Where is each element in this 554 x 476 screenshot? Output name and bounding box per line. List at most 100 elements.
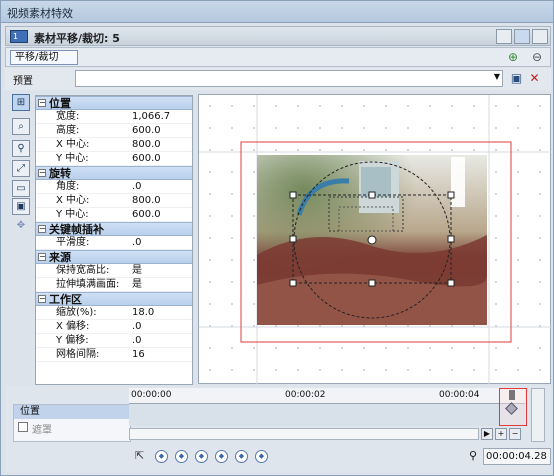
- property-row[interactable]: Y 偏移: .0: [36, 334, 192, 348]
- property-row[interactable]: 网格间隔: 16: [36, 348, 192, 362]
- position-keyframe-lane[interactable]: [129, 404, 525, 426]
- properties-panel: − 位置 宽度: 1,066.7 高度: 600.0 X 中心: 800.0 Y 中心: 600.…: [35, 95, 193, 385]
- first-keyframe-icon[interactable]: ◆: [155, 450, 168, 463]
- property-key: Y 中心:: [56, 209, 89, 220]
- property-value[interactable]: 是: [132, 264, 142, 277]
- effects-window: 视频素材特效 1 素材平移/裁切: 5 平移/裁切 ⊕ ⊖ 预置 ▼ ▣ ✕ ⊞…: [0, 0, 554, 476]
- property-row[interactable]: 平滑度: .0: [36, 236, 192, 250]
- property-value[interactable]: 800.0: [132, 194, 161, 207]
- zoom-tool-icon[interactable]: ⌕: [12, 118, 30, 135]
- property-row[interactable]: 保持宽高比: 是: [36, 264, 192, 278]
- remove-keyframe-icon[interactable]: −: [509, 428, 521, 440]
- center-handle[interactable]: [367, 235, 377, 245]
- remove-fx-icon[interactable]: ⊖: [530, 50, 544, 64]
- clip-header: 1 素材平移/裁切: 5: [5, 26, 551, 46]
- property-row[interactable]: X 中心: 800.0: [36, 194, 192, 208]
- section-header[interactable]: − 来源: [36, 250, 192, 264]
- ruler-tick: 00:00:04: [439, 390, 480, 400]
- section-header[interactable]: − 旋转: [36, 166, 192, 180]
- property-row[interactable]: X 中心: 800.0: [36, 138, 192, 152]
- mask-checkbox[interactable]: [18, 422, 28, 432]
- property-key: 拉伸填满画面:: [56, 279, 120, 290]
- center-tool-icon[interactable]: ▣: [12, 198, 30, 215]
- save-preset-icon[interactable]: ▣: [509, 71, 524, 86]
- property-row[interactable]: 高度: 600.0: [36, 124, 192, 138]
- collapse-icon[interactable]: −: [38, 169, 46, 177]
- property-value[interactable]: 16: [132, 348, 145, 361]
- property-row[interactable]: 缩放(%): 18.0: [36, 306, 192, 320]
- magnify-icon[interactable]: ⚲: [12, 140, 30, 157]
- collapse-icon[interactable]: −: [38, 99, 46, 107]
- property-value[interactable]: 18.0: [132, 306, 154, 319]
- add-keyframe-icon[interactable]: +: [495, 428, 507, 440]
- property-key: X 中心:: [56, 195, 90, 206]
- property-row[interactable]: 角度: .0: [36, 180, 192, 194]
- window-title: 视频素材特效: [7, 7, 73, 20]
- property-value[interactable]: 是: [132, 278, 142, 291]
- section-header[interactable]: − 位置: [36, 96, 192, 110]
- property-value[interactable]: .0: [132, 180, 142, 193]
- collapse-icon[interactable]: −: [38, 225, 46, 233]
- property-key: 高度:: [56, 125, 80, 136]
- property-key: 角度:: [56, 181, 80, 192]
- last-keyframe-icon[interactable]: ◆: [215, 450, 228, 463]
- tab-pan-crop[interactable]: 平移/裁切: [10, 50, 78, 65]
- fx-chain-bar: 平移/裁切 ⊕ ⊖: [5, 47, 551, 67]
- ruler-tick: 00:00:02: [285, 390, 326, 400]
- property-value[interactable]: 800.0: [132, 138, 161, 151]
- time-ruler[interactable]: 00:00:00 00:00:02 00:00:04: [129, 388, 525, 404]
- playhead-marker[interactable]: [509, 390, 515, 400]
- track-position[interactable]: 位置: [14, 405, 130, 419]
- detail-view-icon[interactable]: [514, 29, 530, 44]
- collapse-icon[interactable]: −: [38, 295, 46, 303]
- section-title: 位置: [49, 97, 71, 110]
- collapse-icon[interactable]: −: [38, 253, 46, 261]
- normal-edit-tool-icon[interactable]: ⊞: [12, 94, 30, 111]
- transport-bar: ⇱ ◆ ◆ ◆ ◆ ◆ ◆ ⚲ 00:00:04.28: [129, 444, 551, 468]
- property-value[interactable]: 600.0: [132, 152, 161, 165]
- section-header[interactable]: − 工作区: [36, 292, 192, 306]
- keyframe-type-icon[interactable]: ◆: [235, 450, 248, 463]
- property-value[interactable]: .0: [132, 334, 142, 347]
- horizontal-scrollbar[interactable]: [129, 428, 479, 440]
- lock-icon[interactable]: ⚲: [469, 449, 479, 463]
- property-key: Y 偏移:: [56, 335, 89, 346]
- scroll-right-icon[interactable]: ▶: [481, 428, 493, 440]
- property-row[interactable]: Y 中心: 600.0: [36, 152, 192, 166]
- property-row[interactable]: 宽度: 1,066.7: [36, 110, 192, 124]
- sync-cursor-icon[interactable]: ⇱: [135, 449, 149, 463]
- property-value[interactable]: 600.0: [132, 124, 161, 137]
- delete-preset-icon[interactable]: ✕: [527, 71, 542, 86]
- property-value[interactable]: .0: [132, 320, 142, 333]
- property-row[interactable]: X 偏移: .0: [36, 320, 192, 334]
- section-title: 工作区: [49, 293, 82, 306]
- section-title: 来源: [49, 251, 71, 264]
- preview-canvas[interactable]: [198, 94, 552, 385]
- move-tool-icon[interactable]: ✥: [12, 218, 30, 235]
- add-fx-icon[interactable]: ⊕: [506, 50, 520, 64]
- property-key: 宽度:: [56, 111, 80, 122]
- fit-tool-icon[interactable]: ⤢: [12, 160, 30, 177]
- title-bar: 视频素材特效: [1, 1, 553, 23]
- chevron-down-icon[interactable]: ▼: [494, 72, 500, 81]
- expand-view-icon[interactable]: [532, 29, 548, 44]
- property-value[interactable]: 1,066.7: [132, 110, 170, 123]
- section-title: 关键帧插补: [49, 223, 104, 236]
- preset-dropdown[interactable]: ▼: [75, 70, 503, 87]
- property-key: X 中心:: [56, 139, 90, 150]
- aspect-tool-icon[interactable]: ▭: [12, 180, 30, 197]
- property-key: X 偏移:: [56, 321, 90, 332]
- section-title: 旋转: [49, 167, 71, 180]
- time-display[interactable]: 00:00:04.28: [483, 448, 551, 465]
- property-value[interactable]: .0: [132, 236, 142, 249]
- list-view-icon[interactable]: [496, 29, 512, 44]
- property-row[interactable]: Y 中心: 600.0: [36, 208, 192, 222]
- section-header[interactable]: − 关键帧插补: [36, 222, 192, 236]
- vertical-scrollbar[interactable]: [531, 388, 545, 442]
- prev-keyframe-icon[interactable]: ◆: [175, 450, 188, 463]
- next-keyframe-icon[interactable]: ◆: [195, 450, 208, 463]
- keyframe-interp-icon[interactable]: ◆: [255, 450, 268, 463]
- track-list: 位置 遮罩: [13, 404, 131, 442]
- property-value[interactable]: 600.0: [132, 208, 161, 221]
- property-row[interactable]: 拉伸填满画面: 是: [36, 278, 192, 292]
